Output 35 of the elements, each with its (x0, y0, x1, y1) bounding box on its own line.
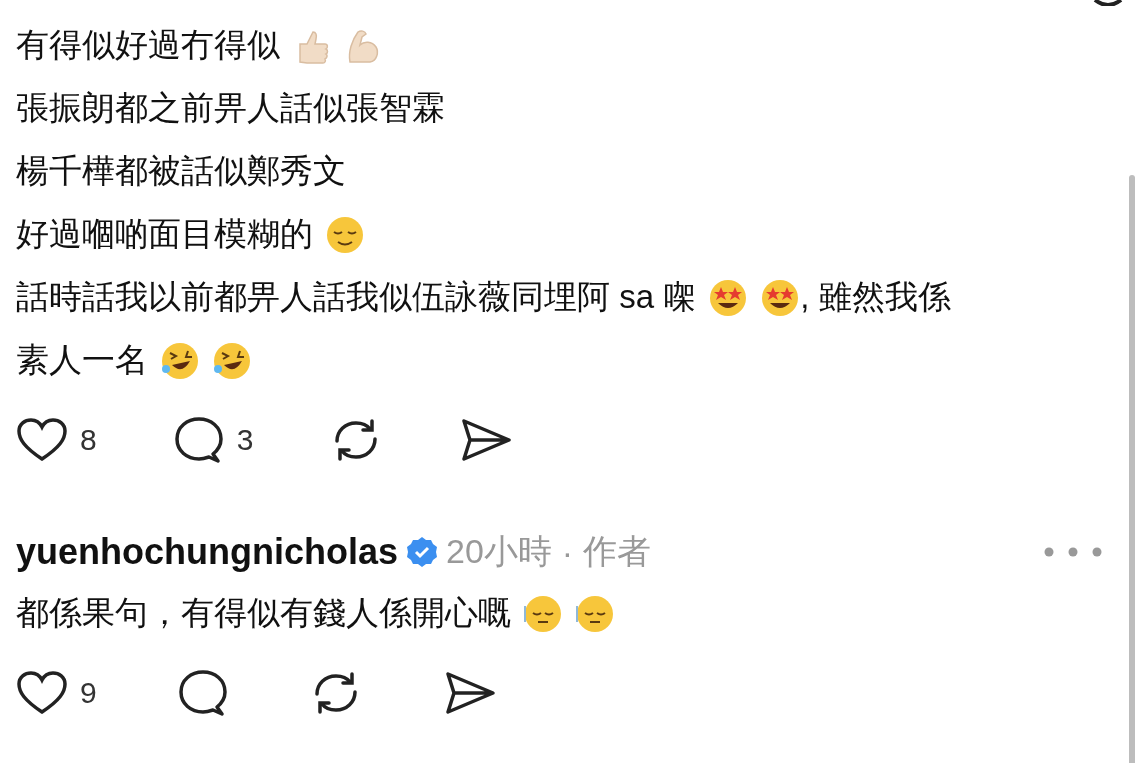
smiling-face-icon (325, 214, 365, 255)
username[interactable]: yuenhochungnicholas (16, 531, 399, 573)
like-button[interactable]: 8 (16, 417, 97, 463)
share-button[interactable] (459, 417, 514, 463)
reply-button[interactable] (176, 669, 229, 717)
post-text: 有得似好過冇得似 (16, 25, 280, 65)
post-text: 張振朗都之前畀人話似張智霖 (16, 88, 445, 128)
sad-face-icon (575, 593, 615, 634)
post-time: 20小時 (446, 531, 552, 572)
star-eyes-face-icon (708, 277, 749, 318)
scrollbar[interactable] (1129, 175, 1135, 763)
post-text: 話時話我以前都畀人話我似伍詠薇同埋阿 sa 㗎 (16, 277, 697, 317)
laughing-face-icon (212, 340, 252, 381)
reply-count: 3 (236, 423, 254, 457)
more-icon[interactable] (1043, 546, 1103, 558)
heart-icon (16, 417, 68, 463)
like-count: 8 (80, 423, 97, 457)
post-text: 好過嗰啲面目模糊的 (16, 214, 313, 254)
post-text: 都係果句，有得似有錢人係開心嘅 (16, 593, 511, 633)
like-button[interactable]: 9 (16, 670, 97, 716)
reply-button[interactable]: 3 (172, 416, 254, 464)
speech-bubble-icon (176, 669, 229, 717)
laughing-face-icon (160, 340, 200, 381)
speech-bubble-icon (172, 416, 225, 464)
heart-icon (16, 670, 68, 716)
author-tag: 作者 (583, 529, 652, 575)
post-text: 楊千樺都被話似鄭秀文 (16, 151, 346, 191)
like-count: 9 (80, 676, 97, 710)
avatar-edge-icon (1093, 0, 1123, 6)
star-eyes-face-icon (760, 277, 801, 318)
post-text: , 雖然我係 (800, 277, 951, 317)
separator-dot: · (561, 532, 574, 572)
post-text: 素人一名 (16, 340, 148, 380)
send-icon (459, 417, 514, 463)
sad-face-icon (523, 593, 563, 634)
